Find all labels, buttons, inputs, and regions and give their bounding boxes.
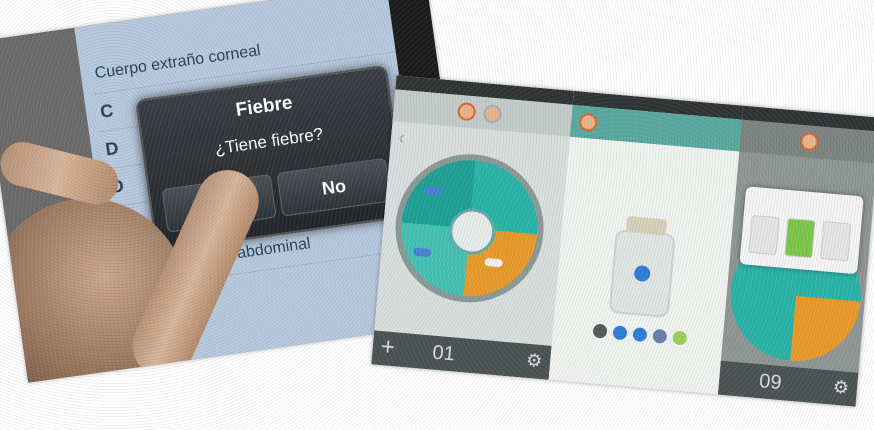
color-option[interactable] <box>632 326 648 343</box>
gear-icon[interactable]: ⚙ <box>832 377 850 399</box>
avatar[interactable] <box>578 112 598 133</box>
bottom-bar: 09 ⚙ <box>717 360 859 407</box>
list-item-label: D <box>104 137 120 160</box>
plus-icon[interactable]: + <box>380 333 396 362</box>
avatar[interactable] <box>482 104 503 124</box>
pill-icon[interactable] <box>484 257 503 268</box>
app-screen-dose-popup: 09 ⚙ <box>717 105 874 407</box>
list-item-label: C <box>98 100 115 122</box>
dose-option-selected[interactable] <box>784 217 816 259</box>
photo-app-screens: ☾ + 01 ⚙ 09 ⚙ <box>371 75 874 407</box>
color-option[interactable] <box>612 325 628 341</box>
color-option[interactable] <box>672 330 688 346</box>
dose-option[interactable] <box>820 221 852 262</box>
color-option[interactable] <box>592 323 608 339</box>
day-number: 01 <box>431 341 456 366</box>
app-screen-medication-edit <box>548 90 744 395</box>
dose-option[interactable] <box>748 214 780 256</box>
wheel-hub[interactable] <box>447 206 498 257</box>
description-field[interactable] <box>577 184 580 194</box>
medication-wheel[interactable] <box>389 148 550 309</box>
color-option[interactable] <box>652 328 668 344</box>
pill-bottle-icon <box>608 216 676 318</box>
pill-icon[interactable] <box>424 186 443 196</box>
pill-icon[interactable] <box>412 247 432 258</box>
dose-popup <box>739 186 864 275</box>
app-screen-wheel: ☾ + 01 ⚙ <box>371 75 574 380</box>
bottom-bar: + 01 ⚙ <box>371 330 552 380</box>
avatar[interactable] <box>799 131 820 152</box>
name-field[interactable] <box>579 162 582 172</box>
avatar[interactable] <box>456 101 477 122</box>
pill-color-preview <box>633 264 651 283</box>
moon-icon: ☾ <box>398 133 408 145</box>
no-button[interactable]: No <box>276 157 392 217</box>
day-number: 09 <box>758 370 783 395</box>
gear-icon[interactable]: ⚙ <box>525 350 543 372</box>
bottle-cap <box>625 216 668 236</box>
